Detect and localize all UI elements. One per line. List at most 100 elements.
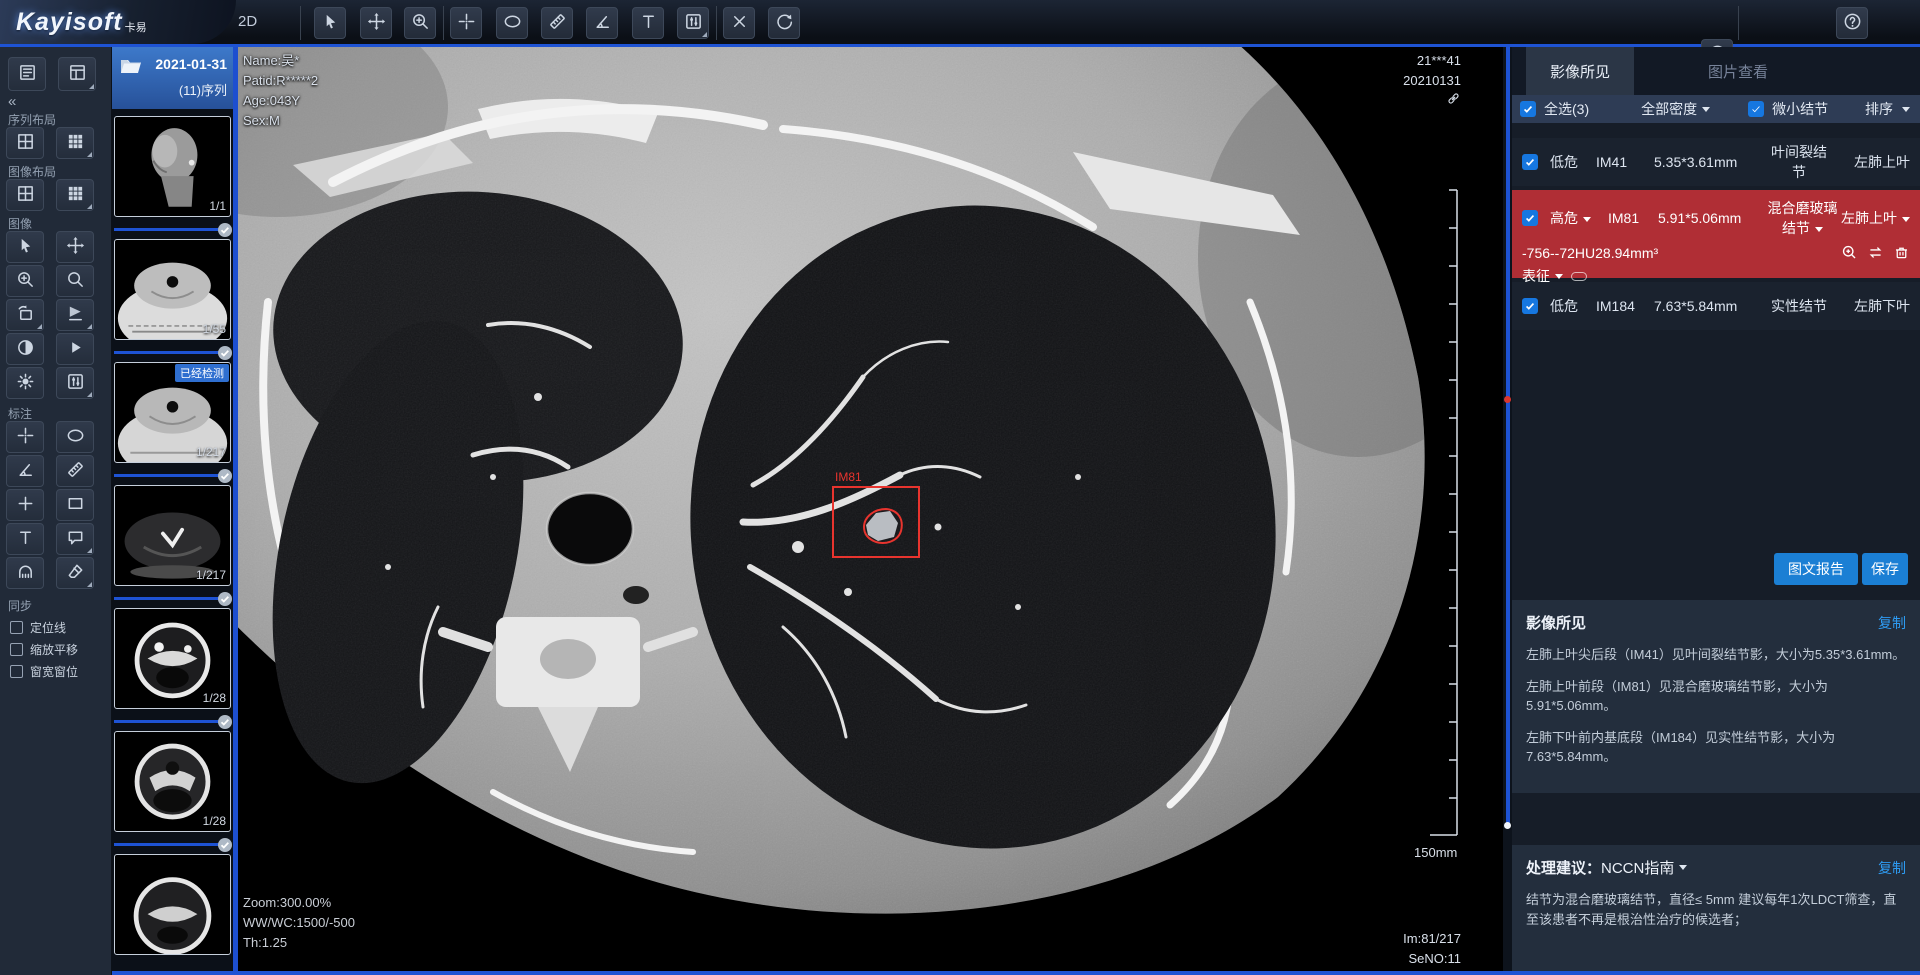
feature-toggle[interactable] <box>1571 272 1587 281</box>
collapse-sidebar-button[interactable]: « <box>8 93 16 110</box>
pointer-icon <box>321 12 340 34</box>
copy-findings-link[interactable]: 复制 <box>1878 613 1906 633</box>
annotation-eraser-button[interactable] <box>56 557 94 589</box>
grid-3x3-icon <box>66 184 85 206</box>
image-magnifier-button[interactable] <box>56 265 94 297</box>
crosshair-tool-button[interactable] <box>450 7 482 39</box>
series-thumbnail-2[interactable]: 1/55 <box>114 239 231 362</box>
magnifier-icon <box>66 270 85 292</box>
series-thumbnail-1[interactable]: 1/1 <box>114 116 231 239</box>
magnify-detail-icon[interactable] <box>1841 244 1858 261</box>
reset-tool-button[interactable] <box>768 7 800 39</box>
density-filter[interactable]: 全部密度 <box>1641 99 1697 119</box>
annotation-angle-button[interactable] <box>6 455 44 487</box>
risk-level-dropdown[interactable]: 高危 <box>1550 208 1608 228</box>
pan-icon <box>66 236 85 258</box>
arch-icon <box>16 562 35 584</box>
series-thumbnail-4[interactable]: 1/217 <box>114 485 231 608</box>
image-zoom-in-button[interactable] <box>6 265 44 297</box>
nodule-row-IM41[interactable]: 低危 IM41 5.35*3.61mm 叶间裂结节 左肺上叶 <box>1512 138 1920 186</box>
sync-option-localizer[interactable]: 定位线 <box>10 619 66 636</box>
study-header[interactable]: 2021-01-31 (11)序列 <box>112 47 233 109</box>
nodule-id: IM81 <box>1608 210 1658 226</box>
ruler-tool-button[interactable] <box>541 7 573 39</box>
nodule-checkbox[interactable] <box>1522 210 1538 226</box>
nodule-checkbox[interactable] <box>1522 154 1538 170</box>
micro-nodule-label[interactable]: 微小结节 <box>1772 99 1828 119</box>
annotation-plus-button[interactable] <box>6 489 44 521</box>
series-grid-3x3-button[interactable] <box>56 127 94 159</box>
image-pointer-button[interactable] <box>6 231 44 263</box>
save-button[interactable]: 保存 <box>1862 553 1908 585</box>
annotation-crosshair-button[interactable] <box>6 421 44 453</box>
window-level-tool-button[interactable] <box>677 7 709 39</box>
image-pan-button[interactable] <box>56 231 94 263</box>
micro-nodule-checkbox[interactable] <box>1748 101 1764 117</box>
annotation-ruler-button[interactable] <box>56 455 94 487</box>
panel-tabs: 影像所见 图片查看 <box>1512 47 1920 95</box>
image-grid-3x3-button[interactable] <box>56 179 94 211</box>
report-button[interactable]: 图文报告 <box>1774 553 1858 585</box>
grid-2x2-icon <box>16 184 35 206</box>
view-mode-label[interactable]: 2D <box>238 13 257 30</box>
series-thumbnail-5[interactable]: 1/28 <box>114 608 231 731</box>
annotation-text-button[interactable] <box>6 523 44 555</box>
thumbnail-counter: 1/217 <box>196 445 226 459</box>
image-grid-2x2-button[interactable] <box>6 179 44 211</box>
pan-tool-button[interactable] <box>360 7 392 39</box>
patient-info-overlay: Name:吴* Patid:R*****2 Age:043Y Sex:M <box>243 51 318 132</box>
checkbox-unchecked-icon[interactable] <box>10 643 23 656</box>
nodule-type-dropdown[interactable]: 混合磨玻璃结节 <box>1764 198 1841 238</box>
image-rotate-button[interactable] <box>6 299 44 331</box>
copy-advice-link[interactable]: 复制 <box>1878 858 1906 878</box>
thumbnail-selected-bar <box>114 474 231 477</box>
annotation-rectangle-button[interactable] <box>56 489 94 521</box>
sort-control[interactable]: 排序 <box>1865 99 1893 119</box>
close-tool-button[interactable] <box>723 7 755 39</box>
annotation-callout-button[interactable] <box>56 523 94 555</box>
image-brightness-button[interactable] <box>6 367 44 399</box>
series-thumbnail-6[interactable]: 1/28 <box>114 731 231 854</box>
guideline-dropdown[interactable]: NCCN指南 <box>1601 857 1674 878</box>
layout-panel-button[interactable] <box>58 57 96 91</box>
annotation-ellipse-button[interactable] <box>56 421 94 453</box>
angle-tool-button[interactable] <box>586 7 618 39</box>
trash-icon[interactable] <box>1893 244 1910 261</box>
plus-icon <box>16 494 35 516</box>
image-scrollbar[interactable] <box>1503 47 1512 975</box>
checkbox-unchecked-icon[interactable] <box>10 665 23 678</box>
left-tool-sidebar: « 序列布局 图像布局 图像 <box>0 47 112 975</box>
sync-option-window-level[interactable]: 窗宽窗位 <box>10 663 78 680</box>
nodule-row-IM81-selected[interactable]: 高危 IM81 5.91*5.06mm 混合磨玻璃结节 左肺上叶 -756--7… <box>1512 190 1920 278</box>
select-all-checkbox[interactable] <box>1520 101 1536 117</box>
image-invert-button[interactable] <box>6 333 44 365</box>
checkbox-unchecked-icon[interactable] <box>10 621 23 634</box>
series-thumbnail-7[interactable] <box>114 854 231 975</box>
annotation-arch-button[interactable] <box>6 557 44 589</box>
nodule-position-marker[interactable] <box>1504 396 1511 403</box>
ellipse-tool-button[interactable] <box>496 7 528 39</box>
advice-header: 处理建议： NCCN指南 复制 <box>1526 857 1906 878</box>
image-window-level-button[interactable] <box>56 367 94 399</box>
series-browser-button[interactable] <box>8 57 46 91</box>
select-all-label[interactable]: 全选(3) <box>1544 99 1589 119</box>
text-tool-button[interactable] <box>632 7 664 39</box>
pointer-tool-button[interactable] <box>314 7 346 39</box>
ct-image-viewport[interactable]: 150mm IM81 Name:吴* Patid:R*****2 Age:043… <box>238 47 1503 975</box>
series-thumbnail-3[interactable]: 已经检测 1/217 <box>114 362 231 485</box>
angle-icon <box>593 12 612 34</box>
tab-findings[interactable]: 影像所见 <box>1526 47 1634 95</box>
sync-option-zoom-pan[interactable]: 缩放平移 <box>10 641 78 658</box>
swap-compare-icon[interactable] <box>1867 244 1884 261</box>
tab-image-view[interactable]: 图片查看 <box>1684 47 1792 95</box>
help-button[interactable] <box>1836 7 1868 39</box>
nodule-location-dropdown[interactable]: 左肺上叶 <box>1841 208 1910 228</box>
link-icon[interactable] <box>1446 94 1461 109</box>
image-play-button[interactable] <box>56 333 94 365</box>
image-flip-button[interactable] <box>56 299 94 331</box>
zoom-in-tool-button[interactable] <box>404 7 436 39</box>
nodule-checkbox[interactable] <box>1522 298 1538 314</box>
series-grid-2x2-button[interactable] <box>6 127 44 159</box>
nodule-row-IM184[interactable]: 低危 IM184 7.63*5.84mm 实性结节 左肺下叶 <box>1512 282 1920 330</box>
scrollbar-thumb[interactable] <box>1504 822 1511 829</box>
